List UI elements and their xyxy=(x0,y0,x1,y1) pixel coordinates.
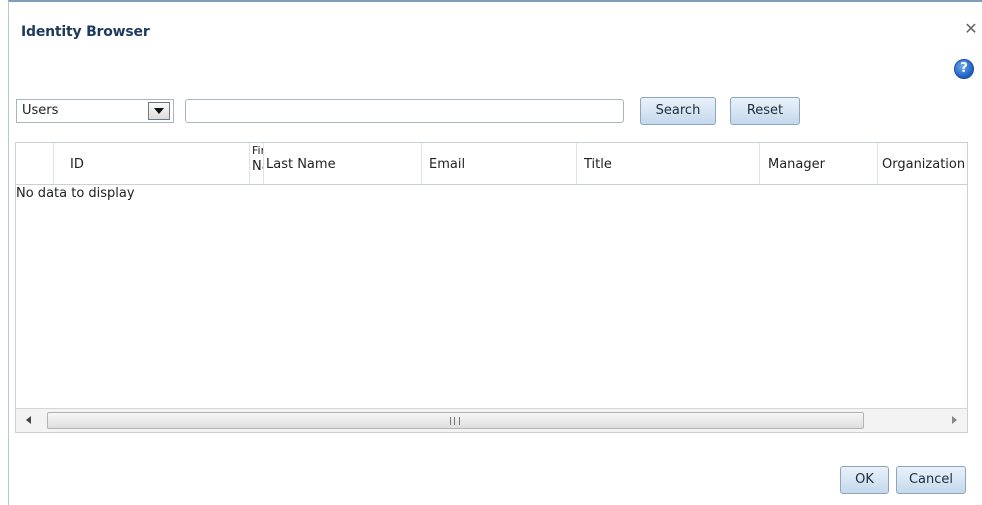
column-header-last-name[interactable]: Last Name xyxy=(264,143,422,184)
identity-type-select[interactable]: Users xyxy=(16,99,174,123)
search-button[interactable]: Search xyxy=(640,97,716,125)
column-header-email[interactable]: Email xyxy=(422,143,577,184)
dropdown-button[interactable] xyxy=(148,102,170,120)
horizontal-scrollbar[interactable] xyxy=(16,408,967,432)
reset-button[interactable]: Reset xyxy=(730,97,800,125)
column-header-title[interactable]: Title xyxy=(577,143,760,184)
close-icon[interactable]: ✕ xyxy=(962,20,980,38)
scrollbar-thumb[interactable] xyxy=(47,412,864,429)
grip-icon xyxy=(450,417,460,425)
cancel-button[interactable]: Cancel xyxy=(896,466,966,494)
table-header: ID Firs Na Last Name Email Title Manager… xyxy=(16,143,967,185)
scroll-right-icon[interactable] xyxy=(952,416,957,424)
scroll-left-icon[interactable] xyxy=(26,416,31,424)
column-header-id[interactable]: ID xyxy=(54,143,250,184)
ok-button[interactable]: OK xyxy=(840,466,889,494)
dialog-title: Identity Browser xyxy=(21,24,150,40)
column-header-manager[interactable]: Manager xyxy=(760,143,878,184)
column-header-select[interactable] xyxy=(16,143,54,184)
help-icon[interactable]: ? xyxy=(954,59,974,79)
identity-type-value: Users xyxy=(22,103,59,118)
search-input[interactable] xyxy=(185,99,624,123)
chevron-down-icon xyxy=(154,108,164,114)
column-header-first-name[interactable]: Firs Na xyxy=(250,143,264,184)
column-header-organization[interactable]: Organization xyxy=(878,143,967,184)
results-table: ID Firs Na Last Name Email Title Manager… xyxy=(15,142,968,433)
empty-message: No data to display xyxy=(16,186,135,201)
